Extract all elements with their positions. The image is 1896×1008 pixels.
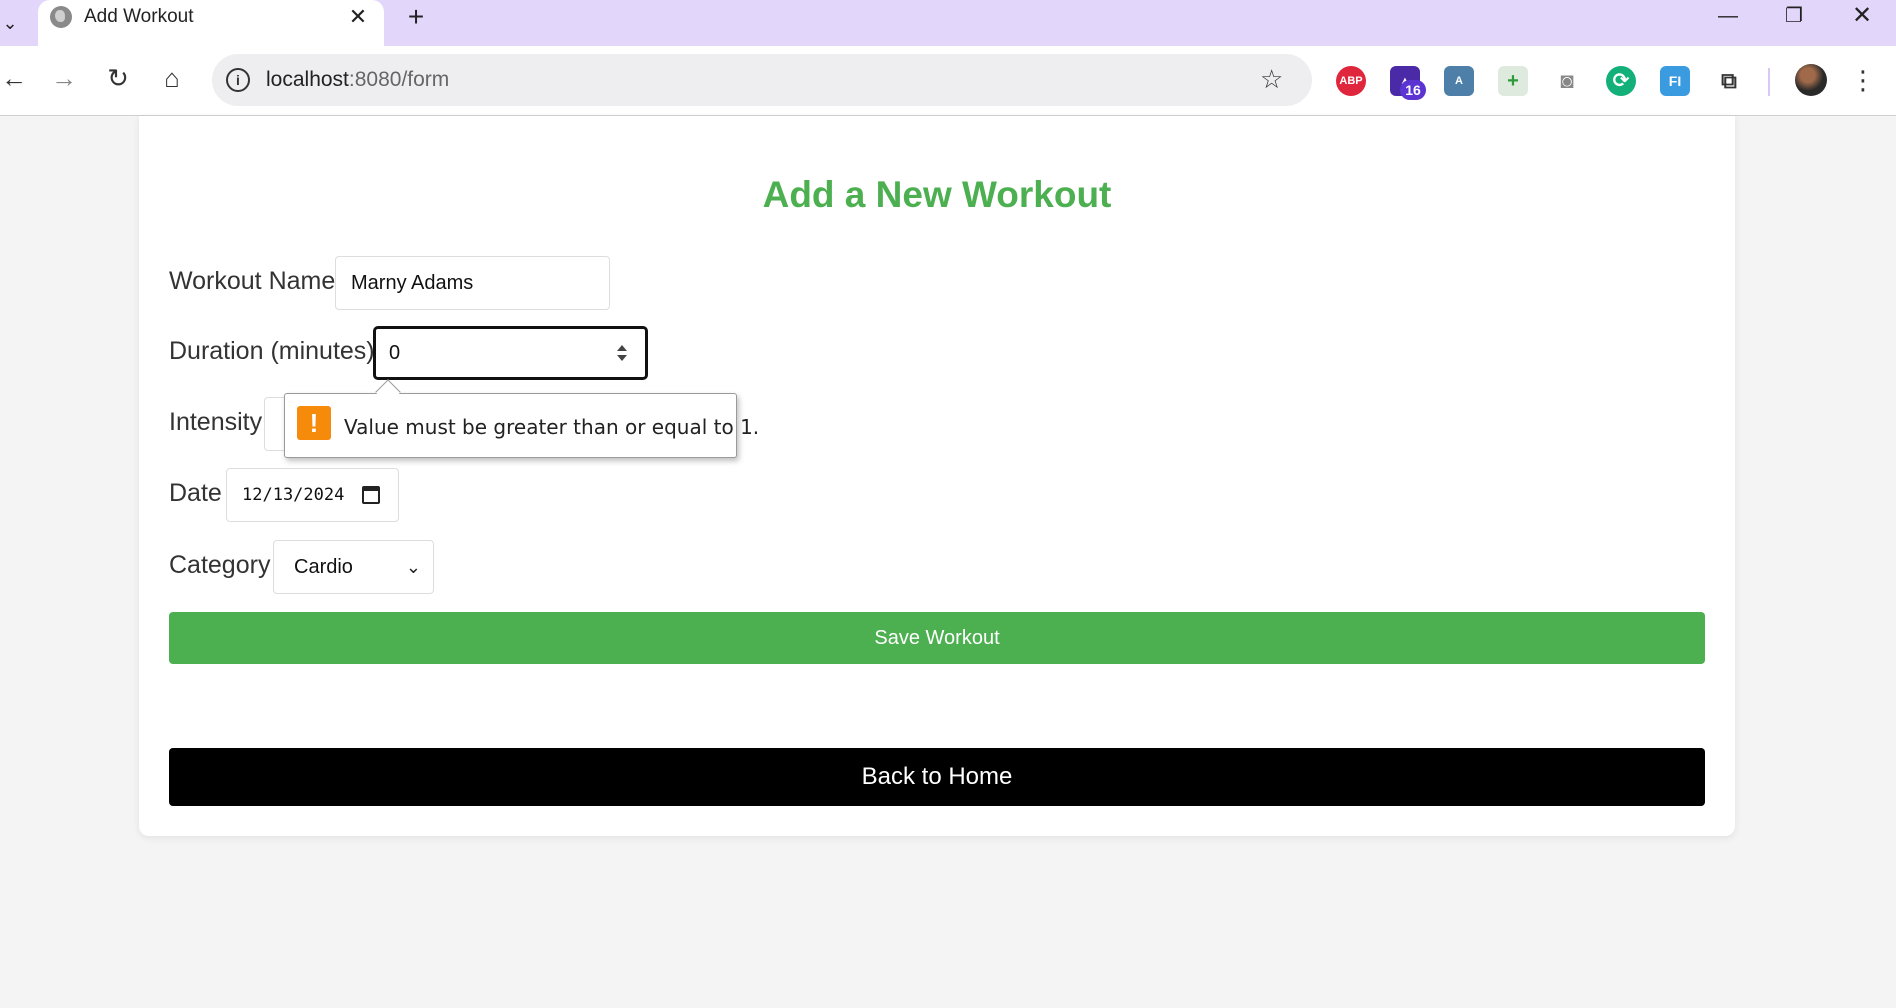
intensity-label: Intensity xyxy=(169,408,263,436)
form-card: Add a New Workout Workout Name Marny Ada… xyxy=(139,116,1735,836)
workout-name-input[interactable]: Marny Adams xyxy=(335,256,610,310)
tab-title: Add Workout xyxy=(84,6,194,27)
address-bar[interactable]: i localhost:8080/form ☆ xyxy=(212,54,1312,106)
warning-icon: ! xyxy=(297,406,331,440)
save-workout-button[interactable]: Save Workout xyxy=(169,612,1705,664)
browser-toolbar: ← → ↻ ⌂ i localhost:8080/form ☆ ABP ▲ 16… xyxy=(0,46,1896,116)
category-select[interactable]: Cardio ⌄ xyxy=(273,540,434,594)
page-title: Add a New Workout xyxy=(762,174,1112,215)
category-selected-value: Cardio xyxy=(294,556,353,578)
duration-input[interactable]: 0 xyxy=(373,326,648,380)
home-icon[interactable]: ⌂ xyxy=(154,60,190,96)
back-arrow-icon[interactable]: ← xyxy=(0,60,32,96)
tab-search-chevron-icon[interactable]: ⌄ xyxy=(0,6,20,40)
tab-strip: ⌄ Add Workout ✕ + — ❐ ✕ xyxy=(0,0,1896,46)
minimize-button[interactable]: — xyxy=(1698,0,1758,34)
date-value: 12/13/2024 xyxy=(242,485,345,505)
restore-button[interactable]: ❐ xyxy=(1764,0,1824,34)
validation-tooltip: ! Value must be greater than or equal to… xyxy=(284,379,759,458)
date-label: Date xyxy=(169,479,222,507)
bookmark-star-icon[interactable]: ☆ xyxy=(1260,64,1283,94)
site-info-icon[interactable]: i xyxy=(226,68,250,92)
url-text[interactable]: localhost:8080/form xyxy=(266,68,449,92)
duration-value: 0 xyxy=(389,342,401,364)
category-label: Category xyxy=(169,551,271,579)
duration-label: Duration (minutes) xyxy=(169,337,375,365)
calendar-icon[interactable] xyxy=(362,486,380,504)
url-path: :8080/form xyxy=(348,68,450,91)
sync-extension-icon[interactable]: ⟳ xyxy=(1606,66,1636,96)
validation-message: Value must be greater than or equal to 1… xyxy=(344,415,760,439)
camera-extension-icon[interactable]: ◙ xyxy=(1552,66,1582,96)
toolbar-divider xyxy=(1768,68,1770,96)
close-window-button[interactable]: ✕ xyxy=(1832,0,1892,34)
date-input[interactable]: 12/13/2024 xyxy=(226,468,399,522)
book-extension-icon[interactable]: A xyxy=(1444,66,1474,96)
chevron-down-icon: ⌄ xyxy=(405,557,421,577)
url-host: localhost xyxy=(266,68,349,91)
forward-arrow-icon[interactable]: → xyxy=(46,60,82,96)
close-tab-icon[interactable]: ✕ xyxy=(344,3,372,31)
extension-badge: 16 xyxy=(1400,80,1426,100)
reload-icon[interactable]: ↻ xyxy=(100,60,136,96)
tab-add-workout[interactable]: Add Workout ✕ xyxy=(38,0,384,46)
adblock-extension-icon[interactable]: ABP xyxy=(1336,66,1366,96)
profile-avatar[interactable] xyxy=(1795,64,1827,96)
workout-name-label: Workout Name xyxy=(169,267,336,295)
fi-extension-icon[interactable]: FI xyxy=(1660,66,1690,96)
browser-menu-icon[interactable]: ⋮ xyxy=(1850,62,1876,98)
back-to-home-button[interactable]: Back to Home xyxy=(169,748,1705,806)
add-image-extension-icon[interactable]: + xyxy=(1498,66,1528,96)
globe-icon xyxy=(50,6,72,28)
new-tab-button[interactable]: + xyxy=(400,2,432,34)
extensions-puzzle-icon[interactable]: ⧉ xyxy=(1714,66,1744,96)
number-spinner-icon[interactable] xyxy=(613,343,631,365)
